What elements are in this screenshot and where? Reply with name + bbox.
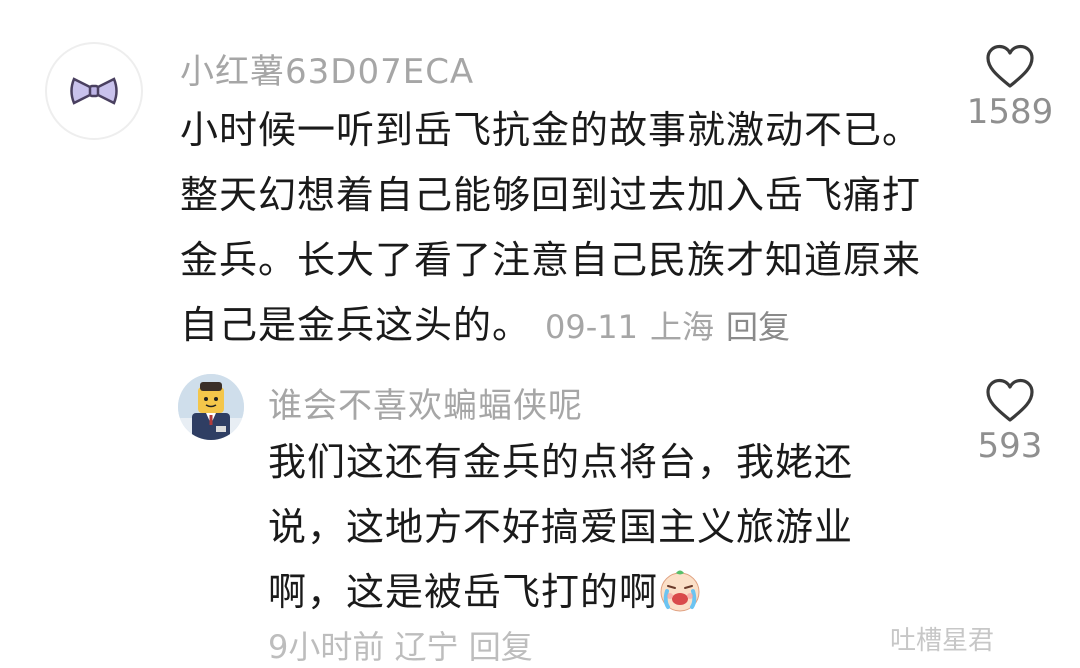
crying-face-emoji [658,568,702,633]
comment-line: 自己是金兵这头的。 [180,303,532,347]
heart-icon [950,44,1070,90]
username[interactable]: 小红薯63D07ECA [180,44,474,93]
avatar[interactable] [178,374,244,440]
watermark: 吐槽星君 [890,626,995,656]
comment-line: 金兵。长大了看了注意自己民族才知道原来 [180,238,922,282]
reply-button[interactable]: 回复 [726,308,790,346]
username[interactable]: 谁会不喜欢蝙蝠侠呢 [268,378,583,427]
comment-meta: 09-11 上海 回复 [545,308,802,346]
comment-line: 整天幻想着自己能够回到过去加入岳飞痛打 [180,173,922,217]
comment-text: 小时候一听到岳飞抗金的故事就激动不已。 整天幻想着自己能够回到过去加入岳飞痛打 … [180,98,940,360]
bow-tie-icon [70,77,118,105]
comment-line: 我们这还有金兵的点将台，我姥还 [268,440,854,484]
like-button[interactable]: 1589 [950,44,1070,132]
heart-icon [950,378,1070,424]
comment-location: 上海 [650,308,715,346]
avatar[interactable] [45,42,143,140]
comment-text: 我们这还有金兵的点将台，我姥还 说，这地方不好搞爱国主义旅游业 啊，这是被岳飞打… [268,430,868,633]
lego-figure-avatar [178,374,244,440]
like-count: 593 [977,426,1043,466]
comment-last-line: 自己是金兵这头的。 09-11 上海 回复 [180,293,940,360]
like-button[interactable]: 593 [950,378,1070,466]
like-count: 1589 [966,92,1054,132]
comment-line: 啊，这是被岳飞打的啊 [268,570,659,614]
comment-line: 小时候一听到岳飞抗金的故事就激动不已。 [180,108,922,152]
comment-line: 说，这地方不好搞爱国主义旅游业 [268,505,854,549]
comment-meta-partial: 9小时前 辽宁 回复 [268,628,533,666]
comment-date: 09-11 [545,308,638,346]
